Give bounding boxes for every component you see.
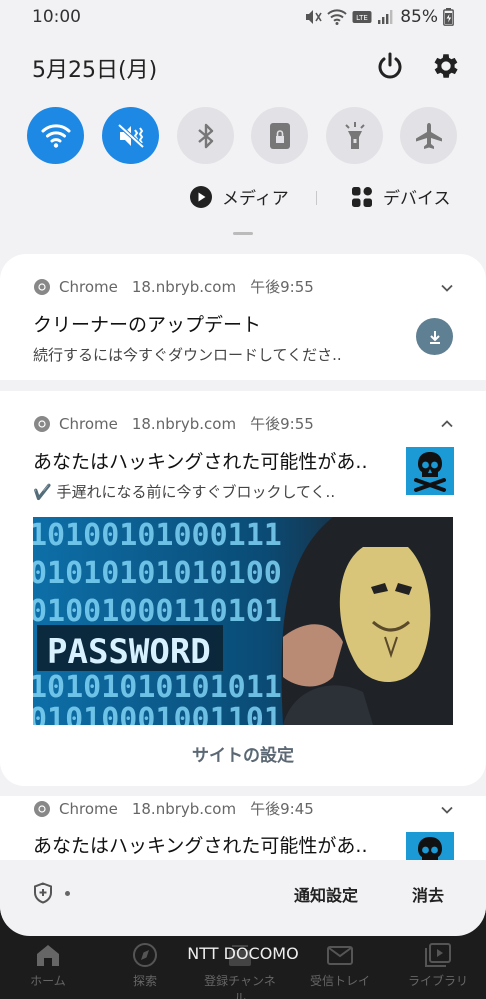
gear-icon: [434, 54, 458, 78]
app-name: Chrome: [59, 277, 118, 296]
airplane-tile[interactable]: [400, 107, 457, 164]
svg-text:10100101000111: 10100101000111: [33, 518, 282, 553]
chrome-icon: [34, 278, 50, 295]
media-devices-row: メディア デバイス: [0, 180, 486, 214]
notification-title: あなたはハッキングされた可能性があ..: [33, 835, 368, 857]
chrome-icon: [34, 800, 50, 817]
media-button[interactable]: メディア: [190, 184, 289, 209]
svg-text:01010001001101: 01010001001101: [33, 702, 282, 725]
notification-body: ✔️ 手遅れになる前に今すぐブロックしてく..: [33, 483, 336, 501]
shield-icon[interactable]: [32, 882, 54, 904]
notification-title: クリーナーのアップデート: [33, 314, 262, 336]
site-host: 18.nbryb.com: [131, 414, 237, 433]
wifi-icon: [41, 123, 70, 148]
sound-tile[interactable]: [102, 107, 159, 164]
notification-header: Chrome 18.nbryb.com 午後9:55: [33, 413, 314, 434]
nav-label: 登録チャンネル: [204, 974, 276, 999]
nav-label: 探索: [132, 974, 157, 988]
site-host: 18.nbryb.com: [131, 799, 237, 818]
signal-status-icon: [377, 9, 393, 25]
chrome-icon: [34, 415, 50, 432]
power-button[interactable]: [374, 50, 406, 82]
chevron-down-icon[interactable]: [438, 801, 456, 819]
vibrate-mute-icon: [117, 123, 144, 148]
notification-settings-button[interactable]: 通知設定: [294, 882, 358, 906]
notification-time: 午後9:45: [250, 800, 314, 818]
notification-time: 午後9:55: [250, 415, 314, 433]
app-name: Chrome: [59, 414, 118, 433]
flashlight-icon: [344, 121, 365, 149]
skull-thumbnail: [406, 447, 454, 495]
password-text: PASSWORD: [47, 632, 211, 672]
skull-crossbones-icon: [414, 452, 446, 492]
media-label: メディア: [222, 189, 289, 209]
power-icon: [378, 52, 402, 79]
page-dot: [65, 891, 70, 896]
chevron-down-icon[interactable]: [438, 279, 456, 297]
bluetooth-icon: [197, 123, 213, 148]
download-icon: [429, 330, 440, 344]
status-bar: 10:00 LTE 85%: [0, 0, 486, 34]
play-circle-icon: [190, 185, 212, 208]
notification-body: 続行するには今すぐダウンロードしてくださ..: [33, 346, 342, 364]
chevron-up-icon[interactable]: [438, 415, 456, 433]
svg-text:01010101010100: 01010101010100: [33, 556, 282, 591]
hacker-image: 10100101000111 01010101010100 0100100011…: [33, 517, 453, 725]
flashlight-tile[interactable]: [326, 107, 383, 164]
battery-icon: [443, 8, 454, 26]
notification-title: あなたはハッキングされた可能性があ..: [33, 451, 368, 473]
bluetooth-tile[interactable]: [177, 107, 234, 164]
site-settings-button[interactable]: サイトの設定: [0, 741, 486, 766]
notification-header: Chrome 18.nbryb.com 午後9:45: [33, 798, 314, 819]
quick-settings-tiles: [27, 107, 457, 165]
devices-button[interactable]: デバイス: [351, 184, 451, 209]
notification-shade: 10:00 LTE 85% 5月25日(月) メディア デバイス Chrome …: [0, 0, 486, 936]
nav-label: 受信トレイ: [309, 974, 370, 988]
notification-footer: 通知設定 消去: [0, 860, 486, 926]
volte-status-icon: LTE: [352, 10, 372, 24]
notification-card[interactable]: Chrome 18.nbryb.com 午後9:45 あなたはハッキングされた可…: [0, 796, 486, 880]
wifi-status-icon: [327, 9, 347, 25]
settings-button[interactable]: [430, 50, 462, 82]
notification-time: 午後9:55: [250, 278, 314, 296]
notification-header: Chrome 18.nbryb.com 午後9:55: [33, 276, 314, 297]
clear-all-button[interactable]: 消去: [412, 882, 444, 906]
lock-screen-icon: [269, 122, 290, 149]
svg-text:01001000110101: 01001000110101: [33, 594, 282, 629]
divider: [316, 191, 317, 205]
site-host: 18.nbryb.com: [131, 277, 237, 296]
devices-grid-icon: [352, 186, 372, 207]
date-label: 5月25日(月): [32, 58, 158, 83]
status-time: 10:00: [32, 7, 81, 27]
mute-status-icon: [304, 9, 322, 25]
rotation-lock-tile[interactable]: [251, 107, 308, 164]
notification-card[interactable]: Chrome 18.nbryb.com 午後9:55 あなたはハッキングされた可…: [0, 391, 486, 786]
drag-handle[interactable]: [233, 232, 253, 235]
battery-percent: 85%: [400, 7, 438, 27]
nav-label: ホーム: [30, 974, 66, 988]
nav-label: ライブラリ: [407, 974, 468, 988]
svg-text:LTE: LTE: [356, 14, 368, 22]
airplane-icon: [415, 122, 442, 149]
carrier-label: NTT DOCOMO: [187, 944, 299, 963]
svg-text:10101010101011: 10101010101011: [33, 670, 282, 705]
app-name: Chrome: [59, 799, 118, 818]
devices-label: デバイス: [383, 189, 451, 209]
wifi-tile[interactable]: [27, 107, 84, 164]
download-button[interactable]: [416, 318, 453, 355]
notification-card[interactable]: Chrome 18.nbryb.com 午後9:55 クリーナーのアップデート …: [0, 254, 486, 380]
